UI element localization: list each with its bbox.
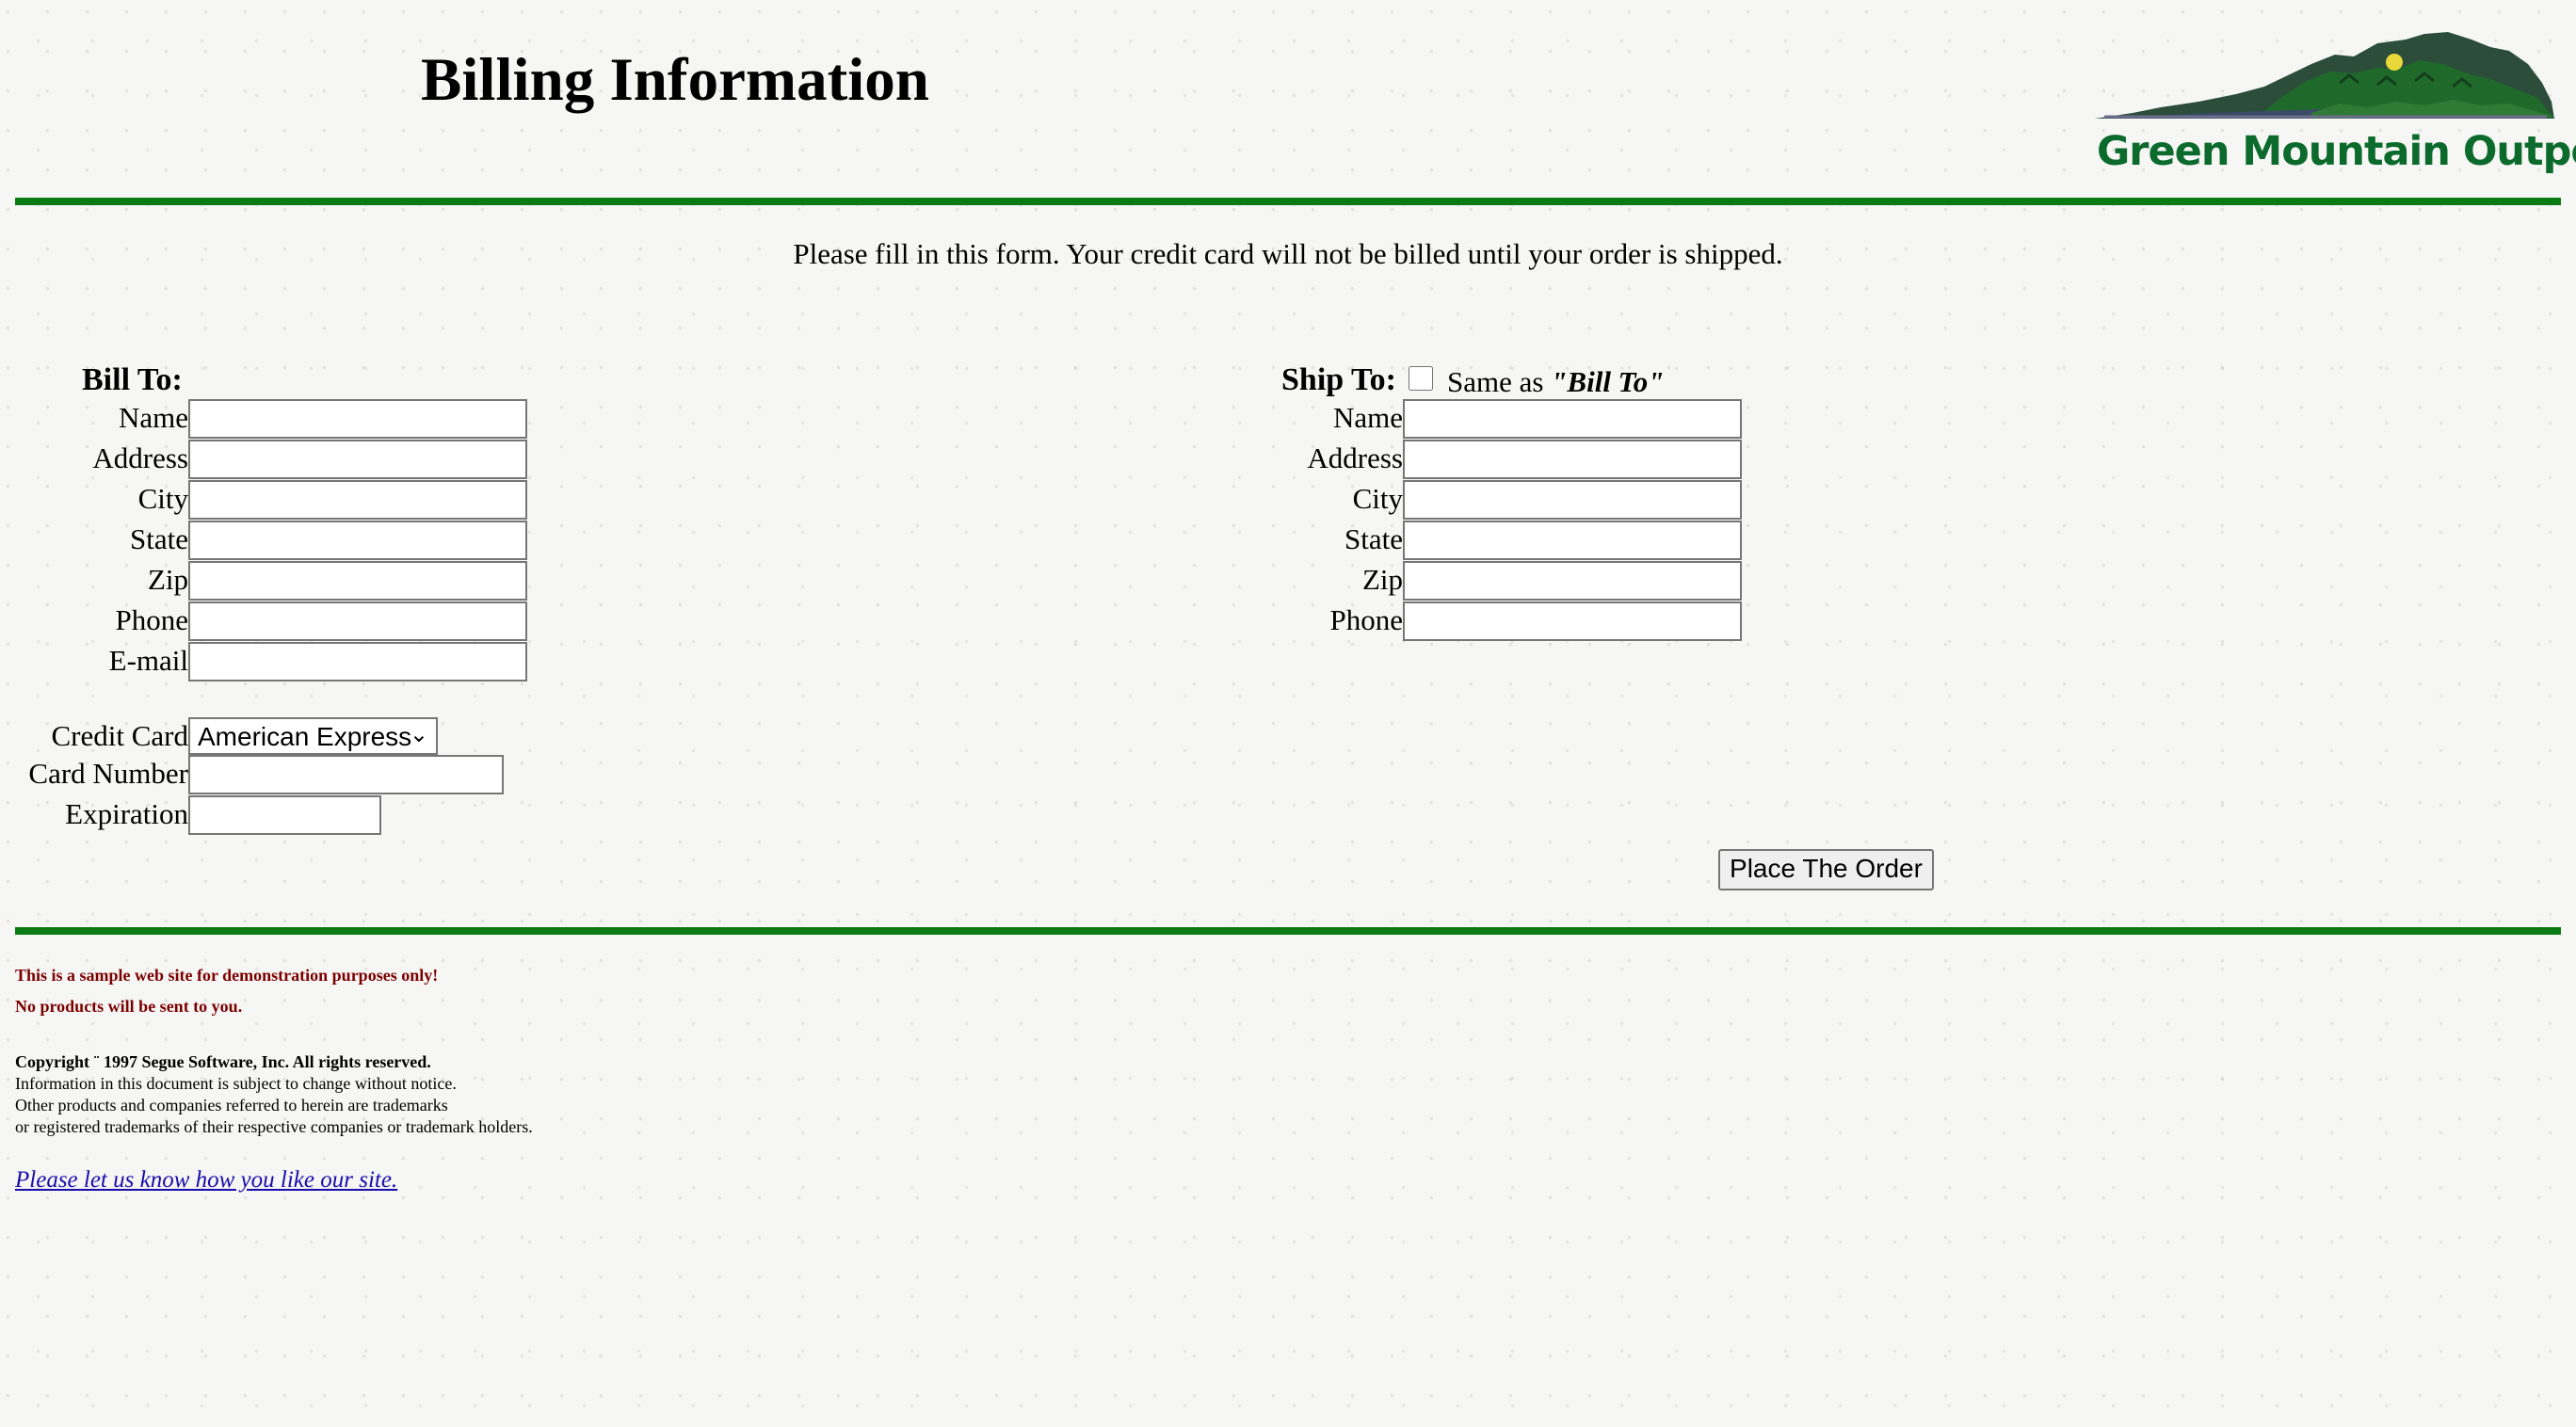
ship-name-input[interactable]	[1403, 399, 1742, 439]
ship-address-label: Address	[1307, 441, 1403, 474]
bill-email-label: E-mail	[108, 644, 188, 677]
feedback-link[interactable]: Please let us know how you like our site…	[15, 1167, 397, 1194]
ship-state-input[interactable]	[1403, 521, 1742, 560]
bill-state-input[interactable]	[188, 521, 527, 560]
bill-to-fields: Name Address City State Zip Phone E-mail	[0, 399, 565, 681]
bill-city-label: City	[137, 482, 188, 515]
bill-zip-input[interactable]	[188, 561, 527, 601]
top-divider	[15, 198, 2561, 205]
ship-city-label: City	[1352, 482, 1403, 515]
credit-card-select[interactable]: American Express ⌄	[188, 717, 438, 755]
ship-to-heading: Ship To:	[1281, 362, 1396, 397]
green-mountain-outpost-logo[interactable]: Green Mountain Outpost	[2095, 26, 2576, 184]
credit-card-selected-value: American Express	[198, 722, 412, 751]
place-order-button[interactable]: Place The Order	[1718, 849, 1934, 890]
bottom-divider	[15, 927, 2561, 935]
ship-address-input[interactable]	[1403, 440, 1742, 479]
bill-to-heading: Bill To:	[82, 362, 183, 397]
ship-phone-label: Phone	[1329, 603, 1404, 636]
copyright-line: Other products and companies referred to…	[15, 1096, 448, 1114]
card-number-label: Card Number	[28, 757, 188, 790]
ship-zip-input[interactable]	[1403, 561, 1742, 601]
expiration-input[interactable]	[188, 795, 381, 835]
same-as-bill-to-label: Same as "Bill To"	[1447, 363, 1664, 401]
no-products-notice: No products will be sent to you.	[15, 997, 243, 1016]
ship-phone-input[interactable]	[1403, 601, 1742, 641]
same-as-bill-to-checkbox[interactable]	[1409, 366, 1433, 391]
logo-text: Green Mountain Outpost	[2097, 128, 2576, 175]
page-title: Billing Information	[421, 46, 929, 114]
bill-email-input[interactable]	[188, 642, 527, 681]
expiration-label: Expiration	[65, 797, 188, 830]
bill-address-input[interactable]	[188, 440, 527, 479]
bill-phone-input[interactable]	[188, 601, 527, 641]
mountain-logo-icon	[2095, 32, 2554, 119]
copyright-heading: Copyright ¨ 1997 Segue Software, Inc. Al…	[15, 1052, 431, 1071]
credit-card-label: Credit Card	[51, 719, 189, 752]
ship-to-fields: Name Address City State Zip Phone	[1215, 399, 1779, 644]
ship-city-input[interactable]	[1403, 480, 1742, 520]
bill-city-input[interactable]	[188, 480, 527, 520]
same-as-prefix: Same as	[1447, 365, 1552, 398]
ship-zip-label: Zip	[1361, 563, 1403, 596]
payment-fields: Credit Card American Express ⌄ Card Numb…	[0, 717, 565, 840]
bill-state-label: State	[130, 522, 188, 555]
bill-name-label: Name	[118, 401, 188, 434]
demo-disclaimer: This is a sample web site for demonstrat…	[15, 966, 439, 985]
card-number-input[interactable]	[188, 755, 504, 794]
same-as-bill-to-emphasis: "Bill To"	[1551, 365, 1665, 398]
chevron-down-icon: ⌄	[409, 722, 428, 747]
copyright-line: Information in this document is subject …	[15, 1074, 457, 1093]
bill-address-label: Address	[92, 441, 188, 474]
copyright-line: or registered trademarks of their respec…	[15, 1117, 533, 1136]
form-instructions: Please fill in this form. Your credit ca…	[793, 237, 1783, 270]
bill-name-input[interactable]	[188, 399, 527, 439]
ship-name-label: Name	[1332, 401, 1403, 434]
bill-zip-label: Zip	[147, 563, 188, 596]
bill-phone-label: Phone	[115, 603, 189, 636]
copyright-notice: Copyright ¨ 1997 Segue Software, Inc. Al…	[15, 1051, 533, 1138]
ship-state-label: State	[1344, 522, 1403, 555]
